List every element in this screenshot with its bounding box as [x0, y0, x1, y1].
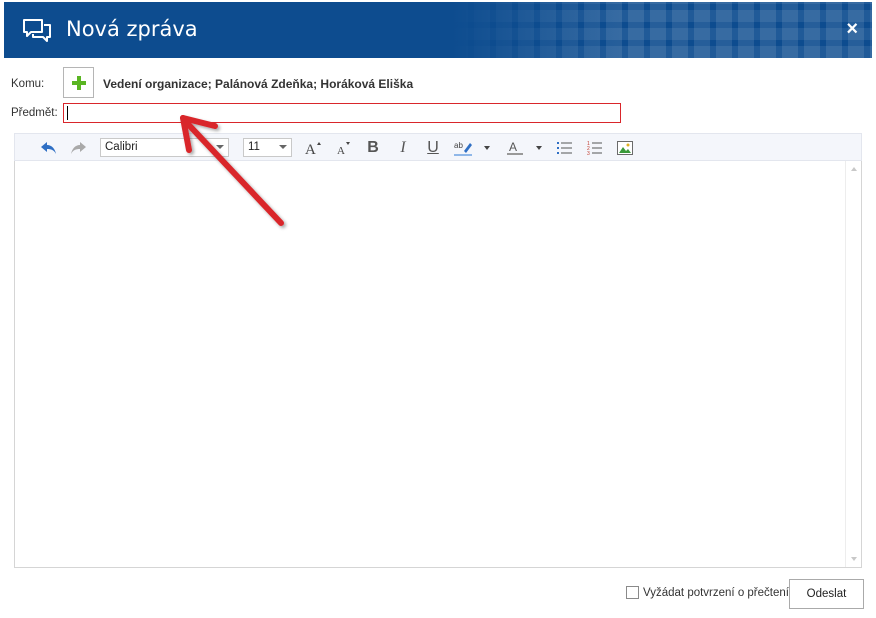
font-family-value: Calibri — [105, 141, 138, 153]
grow-font-button[interactable]: A — [303, 138, 323, 158]
read-receipt-checkbox[interactable] — [626, 586, 639, 599]
subject-input[interactable] — [63, 103, 621, 123]
scroll-up-icon[interactable] — [851, 167, 857, 171]
chevron-down-icon — [279, 145, 287, 149]
grow-font-icon: A — [305, 142, 321, 156]
read-receipt-label: Vyžádat potvrzení o přečtení — [643, 586, 789, 599]
subject-label: Předmět: — [11, 107, 58, 119]
numbered-list-icon: 1 2 3 — [587, 141, 602, 156]
to-label: Komu: — [11, 78, 45, 90]
message-body-editor[interactable] — [14, 161, 862, 568]
send-button[interactable]: Odeslat — [789, 579, 864, 609]
scroll-down-icon[interactable] — [851, 557, 857, 561]
svg-text:A: A — [305, 142, 316, 156]
editor-toolbar: Calibri 11 A A B I U ab A 1 2 3 — [14, 133, 862, 161]
font-size-value: 11 — [248, 141, 260, 153]
read-receipt-option[interactable]: Vyžádat potvrzení o přečtení — [626, 586, 789, 599]
numbered-list-button[interactable]: 1 2 3 — [585, 138, 605, 158]
highlight-button[interactable]: ab — [452, 138, 474, 158]
bulleted-list-icon — [557, 142, 572, 154]
add-recipient-button[interactable] — [63, 67, 94, 98]
shrink-font-button[interactable]: A — [333, 138, 353, 158]
font-color-button[interactable]: A — [505, 138, 525, 158]
redo-icon — [71, 142, 86, 154]
svg-text:ab: ab — [454, 141, 463, 150]
editor-scrollbar[interactable] — [845, 161, 861, 567]
chevron-down-icon — [536, 146, 542, 150]
svg-text:A: A — [509, 140, 517, 154]
undo-icon — [41, 142, 56, 154]
svg-text:A: A — [337, 145, 345, 156]
redo-button[interactable] — [68, 138, 88, 158]
chat-bubbles-icon — [23, 19, 51, 42]
chevron-down-icon — [216, 145, 224, 149]
font-color-dropdown[interactable] — [535, 138, 543, 158]
highlight-dropdown[interactable] — [483, 138, 491, 158]
shrink-font-icon: A — [337, 142, 350, 156]
font-color-icon: A — [507, 140, 523, 155]
plus-icon — [71, 75, 86, 90]
chevron-down-icon — [484, 146, 490, 150]
highlight-icon: ab — [454, 141, 472, 156]
underline-button[interactable]: U — [423, 138, 443, 158]
dialog-titlebar: Nová zpráva × — [4, 2, 872, 58]
close-button[interactable]: × — [846, 18, 858, 40]
titlebar-pattern — [452, 2, 872, 58]
recipients-list[interactable]: Vedení organizace; Palánová Zdeňka; Horá… — [103, 77, 413, 91]
bulleted-list-button[interactable] — [555, 138, 575, 158]
font-size-select[interactable]: 11 — [243, 138, 292, 157]
italic-button[interactable]: I — [393, 138, 413, 158]
insert-image-button[interactable] — [615, 138, 635, 158]
insert-image-icon — [617, 141, 633, 155]
svg-text:3: 3 — [587, 151, 590, 156]
font-family-select[interactable]: Calibri — [100, 138, 229, 157]
text-caret — [67, 106, 68, 120]
undo-button[interactable] — [39, 138, 59, 158]
bold-button[interactable]: B — [363, 138, 383, 158]
dialog-title: Nová zpráva — [66, 17, 198, 41]
